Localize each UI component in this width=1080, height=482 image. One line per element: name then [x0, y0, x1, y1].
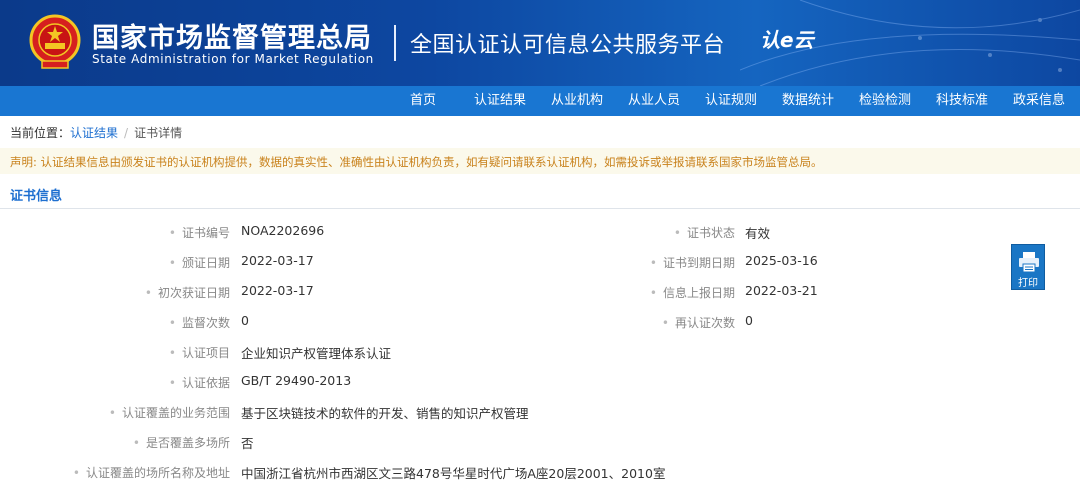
breadcrumb-current: 证书详情 [134, 126, 183, 140]
label-cert-project: 认证项目 [60, 344, 230, 361]
nav-item-personnel[interactable]: 从业人员 [628, 86, 680, 116]
renyun-logo: 认e云 [760, 24, 818, 64]
breadcrumb-prefix: 当前位置： [10, 126, 71, 140]
nav-item-standards[interactable]: 科技标准 [936, 86, 988, 116]
disclaimer-text: 声明: 认证结果信息由颁发证书的认证机构提供，数据的真实性、准确性由认证机构负责… [10, 155, 823, 169]
nav-item-institutions[interactable]: 从业机构 [551, 86, 603, 116]
value-supervision-count: 0 [241, 313, 249, 328]
label-business-scope: 认证覆盖的业务范围 [60, 404, 230, 421]
agency-name-en: State Administration for Market Regulati… [92, 52, 374, 66]
platform-title: 全国认证认可信息公共服务平台 [410, 33, 726, 58]
label-site-address: 认证覆盖的场所名称及地址 [30, 464, 230, 481]
label-expiry-date: 证书到期日期 [590, 254, 735, 271]
label-issue-date: 颁证日期 [60, 254, 230, 271]
nav-item-cert-results[interactable]: 认证结果 [474, 86, 526, 116]
main-nav: 首页 认证结果 从业机构 从业人员 认证规则 数据统计 检验检测 科技标准 政采… [0, 86, 1080, 116]
printer-icon [1019, 252, 1039, 273]
value-multi-site: 否 [241, 436, 254, 451]
nav-item-testing[interactable]: 检验检测 [859, 86, 911, 116]
value-cert-status: 有效 [745, 226, 771, 241]
label-cert-number: 证书编号 [60, 224, 230, 241]
value-cert-number: NOA2202696 [241, 223, 325, 238]
section-title: 证书信息 [10, 189, 63, 204]
value-first-cert-date: 2022-03-17 [241, 283, 314, 298]
nav-item-home[interactable]: 首页 [410, 86, 436, 116]
national-emblem-icon [29, 14, 81, 69]
label-cert-basis: 认证依据 [60, 374, 230, 391]
value-cert-basis: GB/T 29490-2013 [241, 373, 352, 388]
header-divider [394, 25, 396, 61]
breadcrumb: 当前位置：认证结果 / 证书详情 [10, 124, 182, 141]
section-header: 证书信息 [0, 180, 1080, 209]
value-site-address: 中国浙江省杭州市西湖区文三路478号华星时代广场A座20层2001、2010室 [241, 466, 666, 481]
value-report-date: 2022-03-21 [745, 283, 818, 298]
header-banner: 国家市场监督管理总局 State Administration for Mark… [0, 0, 1080, 86]
value-business-scope: 基于区块链技术的软件的开发、销售的知识产权管理 [241, 406, 529, 421]
nav-item-rules[interactable]: 认证规则 [705, 86, 757, 116]
label-report-date: 信息上报日期 [590, 284, 735, 301]
breadcrumb-link-cert-results[interactable]: 认证结果 [70, 126, 118, 140]
label-first-cert-date: 初次获证日期 [60, 284, 230, 301]
nav-item-procurement[interactable]: 政采信息 [1013, 86, 1065, 116]
logo-text: 认e云 [760, 28, 814, 52]
label-multi-site: 是否覆盖多场所 [60, 434, 230, 451]
agency-name-cn: 国家市场监督管理总局 [92, 23, 372, 54]
value-recert-count: 0 [745, 313, 753, 328]
label-recert-count: 再认证次数 [590, 314, 735, 331]
breadcrumb-separator: / [124, 126, 129, 140]
nav-item-statistics[interactable]: 数据统计 [782, 86, 834, 116]
print-label: 打印 [1018, 278, 1038, 289]
label-cert-status: 证书状态 [590, 224, 735, 241]
label-supervision-count: 监督次数 [60, 314, 230, 331]
value-cert-project: 企业知识产权管理体系认证 [241, 346, 392, 361]
print-button[interactable]: 打印 [1011, 244, 1045, 290]
value-expiry-date: 2025-03-16 [745, 253, 818, 268]
value-issue-date: 2022-03-17 [241, 253, 314, 268]
disclaimer-bar: 声明: 认证结果信息由颁发证书的认证机构提供，数据的真实性、准确性由认证机构负责… [0, 148, 1080, 174]
